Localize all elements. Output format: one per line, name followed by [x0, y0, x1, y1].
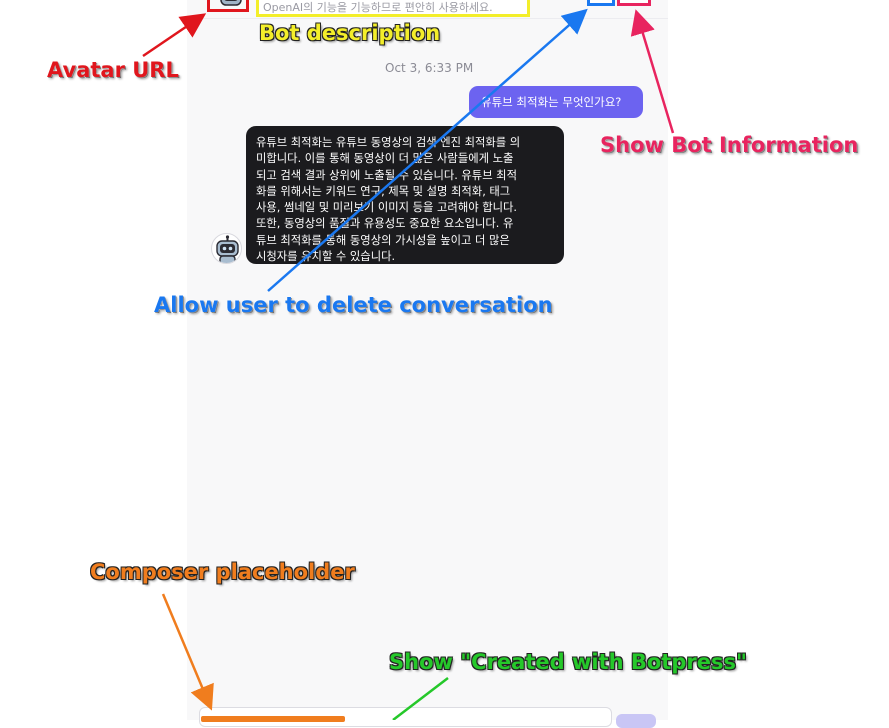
annotation-show-bot-info: Show Bot Information — [600, 133, 859, 157]
composer-placeholder-highlight — [201, 716, 345, 722]
message-timestamp: Oct 3, 6:33 PM — [385, 61, 474, 75]
bot-description-text: OpenAI의 기능을 기능하므로 편안히 사용하세요. — [263, 1, 493, 14]
bot-info-button[interactable] — [617, 0, 651, 6]
annotation-avatar-url: Avatar URL — [47, 58, 179, 82]
delete-conversation-button[interactable] — [587, 0, 615, 6]
bot-message-line: 시청자를 유치할 수 있습니다. — [256, 250, 396, 264]
bot-message-line: 유튜브 최적화는 유튜브 동영상의 검색 엔진 최적화를 의 — [256, 136, 521, 149]
bot-avatar-icon — [220, 0, 242, 6]
bot-message-avatar — [211, 233, 242, 264]
bot-message-line: 사용, 썸네일 및 미리보기 이미지 등을 고려해야 합니다. — [256, 201, 517, 215]
bot-message-line: 되고 검색 결과 상위에 노출될 수 있습니다. 유튜브 최적 — [256, 168, 517, 182]
bot-description-field: OpenAI의 기능을 기능하므로 편안히 사용하세요. — [256, 0, 530, 17]
user-message-bubble: 유튜브 최적화는 무엇인가요? — [469, 86, 643, 118]
bot-message-bubble: 유튜브 최적화는 유튜브 동영상의 검색 엔진 최적화를 의 미합니다. 이를 … — [246, 126, 564, 264]
send-button[interactable] — [616, 714, 656, 728]
user-message-text: 유튜브 최적화는 무엇인가요? — [481, 95, 622, 109]
annotation-delete-conversation: Allow user to delete conversation — [154, 293, 553, 317]
bot-message-line: 화를 위해서는 키워드 연구, 제목 및 설명 최적화, 태그 — [256, 184, 511, 198]
bot-message-line: 튜브 최적화를 통해 동영상의 가시성을 높이고 더 많은 — [256, 233, 510, 247]
bot-message-line: 또한, 동영상의 품질과 유용성도 중요한 요소입니다. 유 — [256, 217, 514, 231]
annotation-composer-placeholder: Composer placeholder — [90, 560, 355, 584]
header-avatar — [207, 0, 249, 12]
annotation-created-with: Show "Created with Botpress" — [389, 650, 747, 674]
annotation-bot-description: Bot description — [259, 21, 441, 45]
bot-message-line: 미합니다. 이를 통해 동영상이 더 많은 사람들에게 노출 — [256, 152, 514, 166]
